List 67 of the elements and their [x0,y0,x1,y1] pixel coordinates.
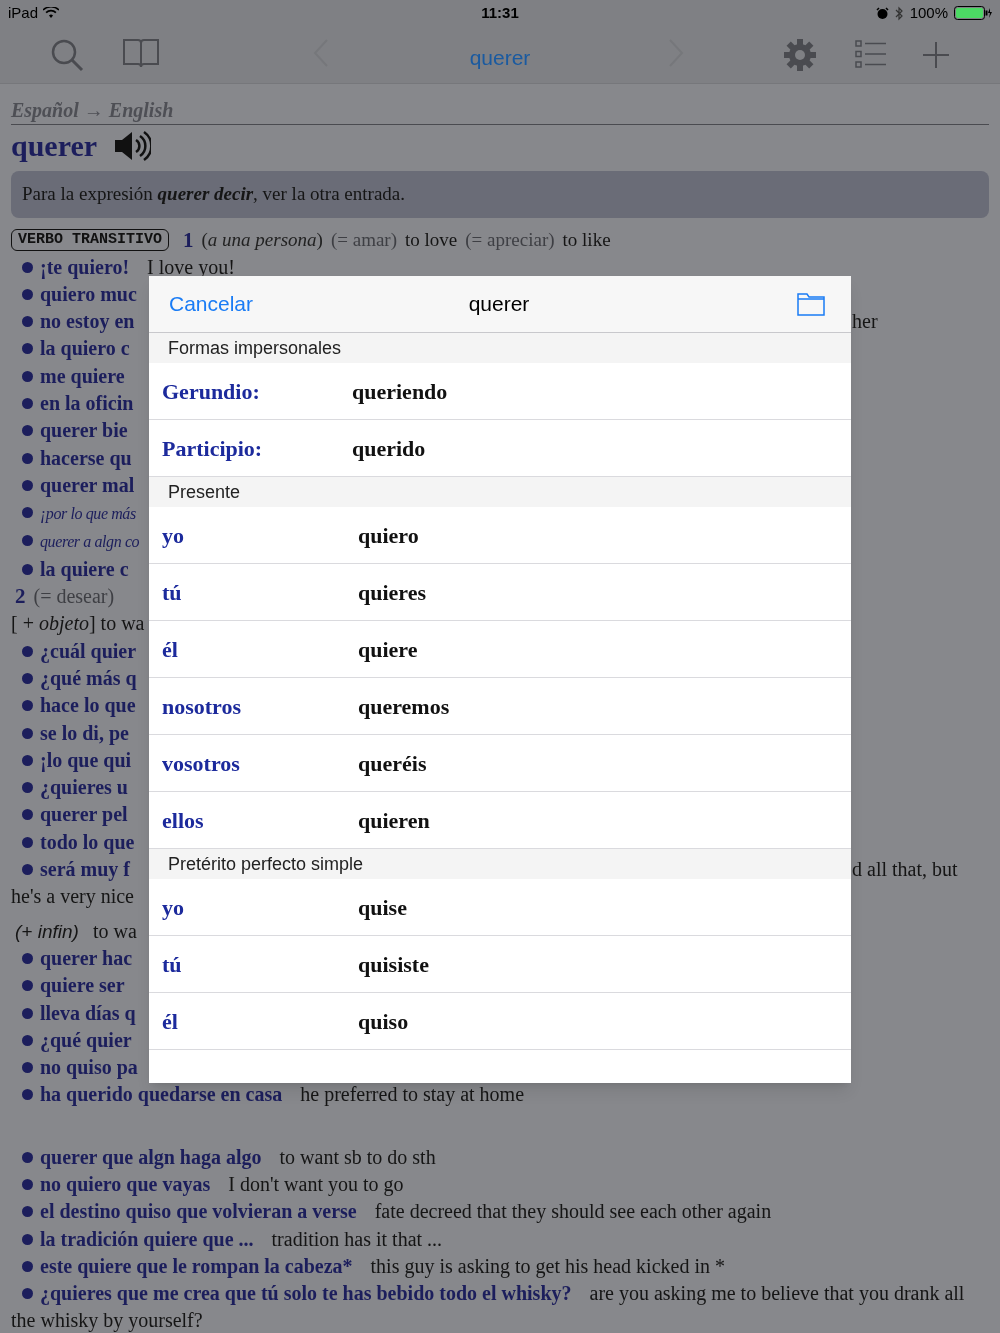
section-header: Pretérito perfecto simple [149,849,851,879]
translation-text: to like [562,227,611,252]
wifi-icon [43,7,60,19]
example-entry: este quiere que le rompan la cabeza* this guy is asking to get his head kicked in * [11,1252,989,1281]
part-of-speech-badge: VERBO TRANSITIVO [11,228,170,251]
example-entry: querer que algn haga algo to want sb to do sth [11,1143,989,1171]
synonym-text: (= apreciar) [465,227,555,252]
conjugation-form: quieren [358,806,430,835]
battery-percent: 100% [909,2,948,23]
definition-text: he's a very nice [11,885,134,908]
example-entry: el destino quiso que volvieran a verse fate decreed that they should see each other again [11,1198,989,1226]
context-label: (a una persona) [201,227,323,252]
conjugation-label: tú [162,950,183,979]
conjugation-label: él [162,1007,179,1036]
definition-text: [ + objeto] to wa [11,612,145,635]
conjugation-form: queremos [358,692,450,721]
speaker-icon[interactable] [113,130,152,162]
conjugation-label: yo [162,521,185,550]
battery-icon [954,6,992,20]
conjugation-label: yo [162,893,185,922]
example-entry: no quiero que vayas I don't want you to go [11,1171,989,1199]
synonym-text: (= amar) [330,227,397,252]
conjugation-form: quiso [358,1007,409,1036]
conjugation-form: quiere [358,635,418,664]
conjugation-label: Gerundio: [162,377,261,406]
sense-number: 2 [15,584,26,609]
definition-text: to wa [92,919,137,942]
cancel-button[interactable]: Cancelar [169,288,254,320]
alarm-icon [875,6,889,20]
example-entry: ha querido quedarse en casa he preferred to stay at home [11,1081,989,1109]
conjugation-label: tú [162,578,183,607]
conjugation-form: queriendo [352,377,448,406]
headword: querer [11,128,98,164]
conjugation-label: Participio: [162,434,264,463]
example-entry: ¿quieres que me crea que tú solo te has bebido todo el whisky? are you asking me to believe that you drank all the whisky by yourself? [11,1281,966,1333]
conjugation-form: quieres [358,578,427,607]
sense-number: 1 [183,227,194,252]
conjugation-label: él [162,635,179,664]
bluetooth-icon [894,5,904,21]
note-box: Para la expresión querer decir, ver la otra entrada. [11,171,989,218]
conjugation-form: queréis [358,749,427,778]
conjugation-form: quisiste [358,950,429,979]
folder-icon[interactable] [797,292,825,316]
list-icon[interactable] [855,40,887,68]
sheet-title: querer [467,291,531,318]
conjugation-form: quise [358,893,407,922]
section-header: Formas impersonales [149,333,851,363]
conjugation-form: querido [352,434,426,463]
definition-text: d all that, but [852,857,958,883]
toolbar-title: querer [468,45,532,71]
grammar-label: (+ infin) [15,920,79,942]
clock: 11:31 [480,2,520,23]
language-direction: Español → English [11,98,175,122]
settings-icon[interactable] [783,38,817,72]
conjugation-label: ellos [162,806,205,835]
conjugation-label: vosotros [162,749,241,778]
conjugation-form: quiero [358,521,419,550]
definition-text: her [852,309,878,335]
conjugation-label: nosotros [162,692,243,721]
search-icon[interactable] [50,38,84,72]
translation-text: to love [405,227,458,252]
add-icon[interactable] [923,42,949,68]
book-icon[interactable] [123,38,159,68]
synonym-text: (= desear) [33,585,115,608]
device-name: iPad [8,2,39,23]
example-entry: la tradición quiere que ... tradition has it that ... [11,1225,989,1253]
section-header: Presente [149,477,851,507]
